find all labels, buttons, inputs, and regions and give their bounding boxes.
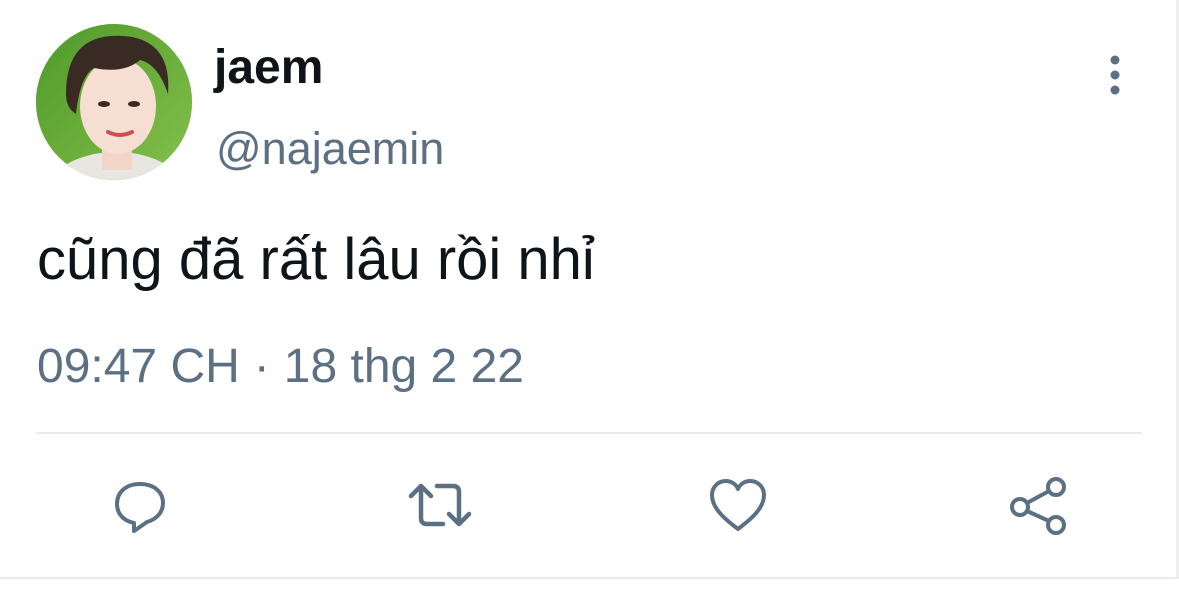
tweet-date[interactable]: 18 thg 2 22 [284,340,524,393]
reply-icon [115,482,165,533]
divider [36,432,1142,434]
display-name[interactable]: jaem [214,40,323,96]
heart-icon [710,479,766,531]
tweet-meta: 09:47 CH · 18 thg 2 22 [37,338,524,396]
tweet-text: cũng đã rất lâu rồi nhỉ [37,227,595,292]
tweet-card: jaem @najaemin cũng đã rất lâu rồi nhỉ 0… [0,0,1179,597]
bottom-area [0,579,1179,597]
action-bar [0,470,1179,540]
avatar-image [36,24,192,180]
more-options-button[interactable] [1094,50,1136,100]
reply-button[interactable] [105,470,175,540]
retweet-icon [408,483,472,527]
retweet-button[interactable] [405,470,475,540]
more-vertical-icon [1110,55,1120,95]
user-handle[interactable]: @najaemin [216,122,444,176]
avatar[interactable] [36,24,192,180]
share-icon [1010,477,1066,535]
meta-separator: · [253,340,270,393]
tweet-time[interactable]: 09:47 CH [37,340,240,393]
like-button[interactable] [703,470,773,540]
share-button[interactable] [1003,470,1073,540]
